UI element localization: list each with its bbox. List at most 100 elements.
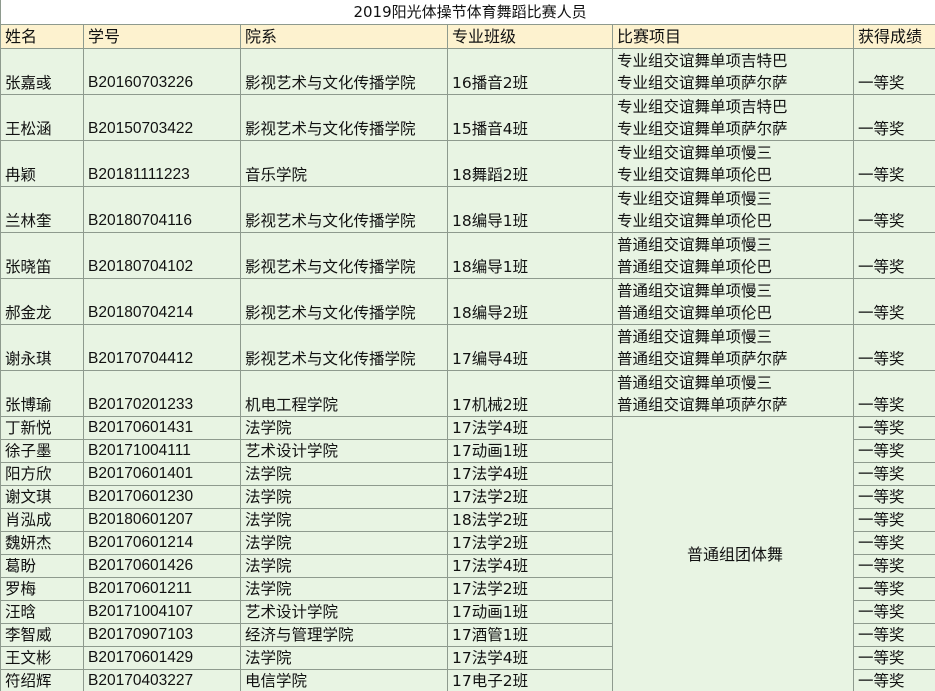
award-cell[interactable]: 一等奖	[852, 186, 935, 233]
header-event-cell[interactable]: 比赛项目	[612, 24, 854, 49]
name-cell[interactable]: 冉颖	[0, 140, 84, 187]
student-id-cell[interactable]: B20180704102	[83, 232, 241, 279]
event-cell[interactable]: 专业组交谊舞单项吉特巴 专业组交谊舞单项萨尔萨	[612, 48, 854, 95]
name-cell[interactable]: 肖泓成	[0, 508, 84, 532]
student-id-cell[interactable]: B20170403227	[83, 669, 241, 691]
class-cell[interactable]: 17法学4班	[447, 554, 613, 578]
college-cell[interactable]: 影视艺术与文化传播学院	[240, 278, 448, 325]
header-name-cell[interactable]: 姓名	[0, 24, 84, 49]
student-id-cell[interactable]: B20170601426	[83, 554, 241, 578]
name-cell[interactable]: 张嘉彧	[0, 48, 84, 95]
name-cell[interactable]: 张博瑜	[0, 370, 84, 417]
name-cell[interactable]: 谢文琪	[0, 485, 84, 509]
name-cell[interactable]: 张晓笛	[0, 232, 84, 279]
class-cell[interactable]: 17编导4班	[447, 324, 613, 371]
name-cell[interactable]: 魏妍杰	[0, 531, 84, 555]
college-cell[interactable]: 法学院	[240, 462, 448, 486]
class-cell[interactable]: 17机械2班	[447, 370, 613, 417]
name-cell[interactable]: 符绍辉	[0, 669, 84, 691]
student-id-cell[interactable]: B20180704116	[83, 186, 241, 233]
event-cell[interactable]: 普通组交谊舞单项慢三 普通组交谊舞单项萨尔萨	[612, 370, 854, 417]
class-cell[interactable]: 16播音2班	[447, 48, 613, 95]
college-cell[interactable]: 影视艺术与文化传播学院	[240, 94, 448, 141]
header-class-cell[interactable]: 专业班级	[447, 24, 613, 49]
name-cell[interactable]: 徐子墨	[0, 439, 84, 463]
class-cell[interactable]: 17法学2班	[447, 577, 613, 601]
class-cell[interactable]: 15播音4班	[447, 94, 613, 141]
award-cell[interactable]: 一等奖	[852, 48, 935, 95]
student-id-cell[interactable]: B20170601431	[83, 416, 241, 440]
award-cell[interactable]: 一等奖	[852, 439, 935, 463]
student-id-cell[interactable]: B20170601211	[83, 577, 241, 601]
award-cell[interactable]: 一等奖	[852, 600, 935, 624]
award-cell[interactable]: 一等奖	[852, 508, 935, 532]
award-cell[interactable]: 一等奖	[852, 462, 935, 486]
award-cell[interactable]: 一等奖	[852, 416, 935, 440]
class-cell[interactable]: 17酒管1班	[447, 623, 613, 647]
award-cell[interactable]: 一等奖	[852, 554, 935, 578]
college-cell[interactable]: 法学院	[240, 646, 448, 670]
class-cell[interactable]: 17法学4班	[447, 462, 613, 486]
header-id-cell[interactable]: 学号	[83, 24, 241, 49]
student-id-cell[interactable]: B20171004111	[83, 439, 241, 463]
name-cell[interactable]: 李智威	[0, 623, 84, 647]
college-cell[interactable]: 法学院	[240, 531, 448, 555]
name-cell[interactable]: 王文彬	[0, 646, 84, 670]
student-id-cell[interactable]: B20181111223	[83, 140, 241, 187]
student-id-cell[interactable]: B20180704214	[83, 278, 241, 325]
college-cell[interactable]: 机电工程学院	[240, 370, 448, 417]
college-cell[interactable]: 音乐学院	[240, 140, 448, 187]
class-cell[interactable]: 17法学4班	[447, 646, 613, 670]
college-cell[interactable]: 法学院	[240, 554, 448, 578]
college-cell[interactable]: 法学院	[240, 508, 448, 532]
event-cell[interactable]: 专业组交谊舞单项慢三 专业组交谊舞单项伦巴	[612, 140, 854, 187]
class-cell[interactable]: 18编导1班	[447, 232, 613, 279]
event-cell[interactable]: 普通组交谊舞单项慢三 普通组交谊舞单项伦巴	[612, 278, 854, 325]
award-cell[interactable]: 一等奖	[852, 531, 935, 555]
class-cell[interactable]: 17法学2班	[447, 485, 613, 509]
student-id-cell[interactable]: B20160703226	[83, 48, 241, 95]
class-cell[interactable]: 17电子2班	[447, 669, 613, 691]
group-event-merged-cell[interactable]: 普通组团体舞	[612, 416, 854, 691]
college-cell[interactable]: 艺术设计学院	[240, 600, 448, 624]
award-cell[interactable]: 一等奖	[852, 232, 935, 279]
event-cell[interactable]: 普通组交谊舞单项慢三 普通组交谊舞单项萨尔萨	[612, 324, 854, 371]
student-id-cell[interactable]: B20150703422	[83, 94, 241, 141]
student-id-cell[interactable]: B20170601230	[83, 485, 241, 509]
student-id-cell[interactable]: B20170907103	[83, 623, 241, 647]
college-cell[interactable]: 法学院	[240, 416, 448, 440]
name-cell[interactable]: 丁新悦	[0, 416, 84, 440]
college-cell[interactable]: 经济与管理学院	[240, 623, 448, 647]
college-cell[interactable]: 影视艺术与文化传播学院	[240, 48, 448, 95]
class-cell[interactable]: 17法学4班	[447, 416, 613, 440]
college-cell[interactable]: 影视艺术与文化传播学院	[240, 324, 448, 371]
class-cell[interactable]: 18编导2班	[447, 278, 613, 325]
class-cell[interactable]: 17动画1班	[447, 439, 613, 463]
student-id-cell[interactable]: B20170601214	[83, 531, 241, 555]
college-cell[interactable]: 影视艺术与文化传播学院	[240, 232, 448, 279]
name-cell[interactable]: 兰林奎	[0, 186, 84, 233]
name-cell[interactable]: 罗梅	[0, 577, 84, 601]
name-cell[interactable]: 阳方欣	[0, 462, 84, 486]
header-college-cell[interactable]: 院系	[240, 24, 448, 49]
header-award-cell[interactable]: 获得成绩	[852, 24, 935, 49]
college-cell[interactable]: 电信学院	[240, 669, 448, 691]
student-id-cell[interactable]: B20170601401	[83, 462, 241, 486]
class-cell[interactable]: 18法学2班	[447, 508, 613, 532]
award-cell[interactable]: 一等奖	[852, 324, 935, 371]
award-cell[interactable]: 一等奖	[852, 669, 935, 691]
name-cell[interactable]: 郝金龙	[0, 278, 84, 325]
name-cell[interactable]: 葛盼	[0, 554, 84, 578]
student-id-cell[interactable]: B20180601207	[83, 508, 241, 532]
event-cell[interactable]: 普通组交谊舞单项慢三 普通组交谊舞单项伦巴	[612, 232, 854, 279]
student-id-cell[interactable]: B20171004107	[83, 600, 241, 624]
award-cell[interactable]: 一等奖	[852, 577, 935, 601]
name-cell[interactable]: 谢永琪	[0, 324, 84, 371]
sheet-title-cell[interactable]: 2019阳光体操节体育舞蹈比赛人员	[0, 0, 935, 25]
award-cell[interactable]: 一等奖	[852, 278, 935, 325]
class-cell[interactable]: 17法学2班	[447, 531, 613, 555]
college-cell[interactable]: 影视艺术与文化传播学院	[240, 186, 448, 233]
student-id-cell[interactable]: B20170704412	[83, 324, 241, 371]
college-cell[interactable]: 法学院	[240, 577, 448, 601]
class-cell[interactable]: 18舞蹈2班	[447, 140, 613, 187]
